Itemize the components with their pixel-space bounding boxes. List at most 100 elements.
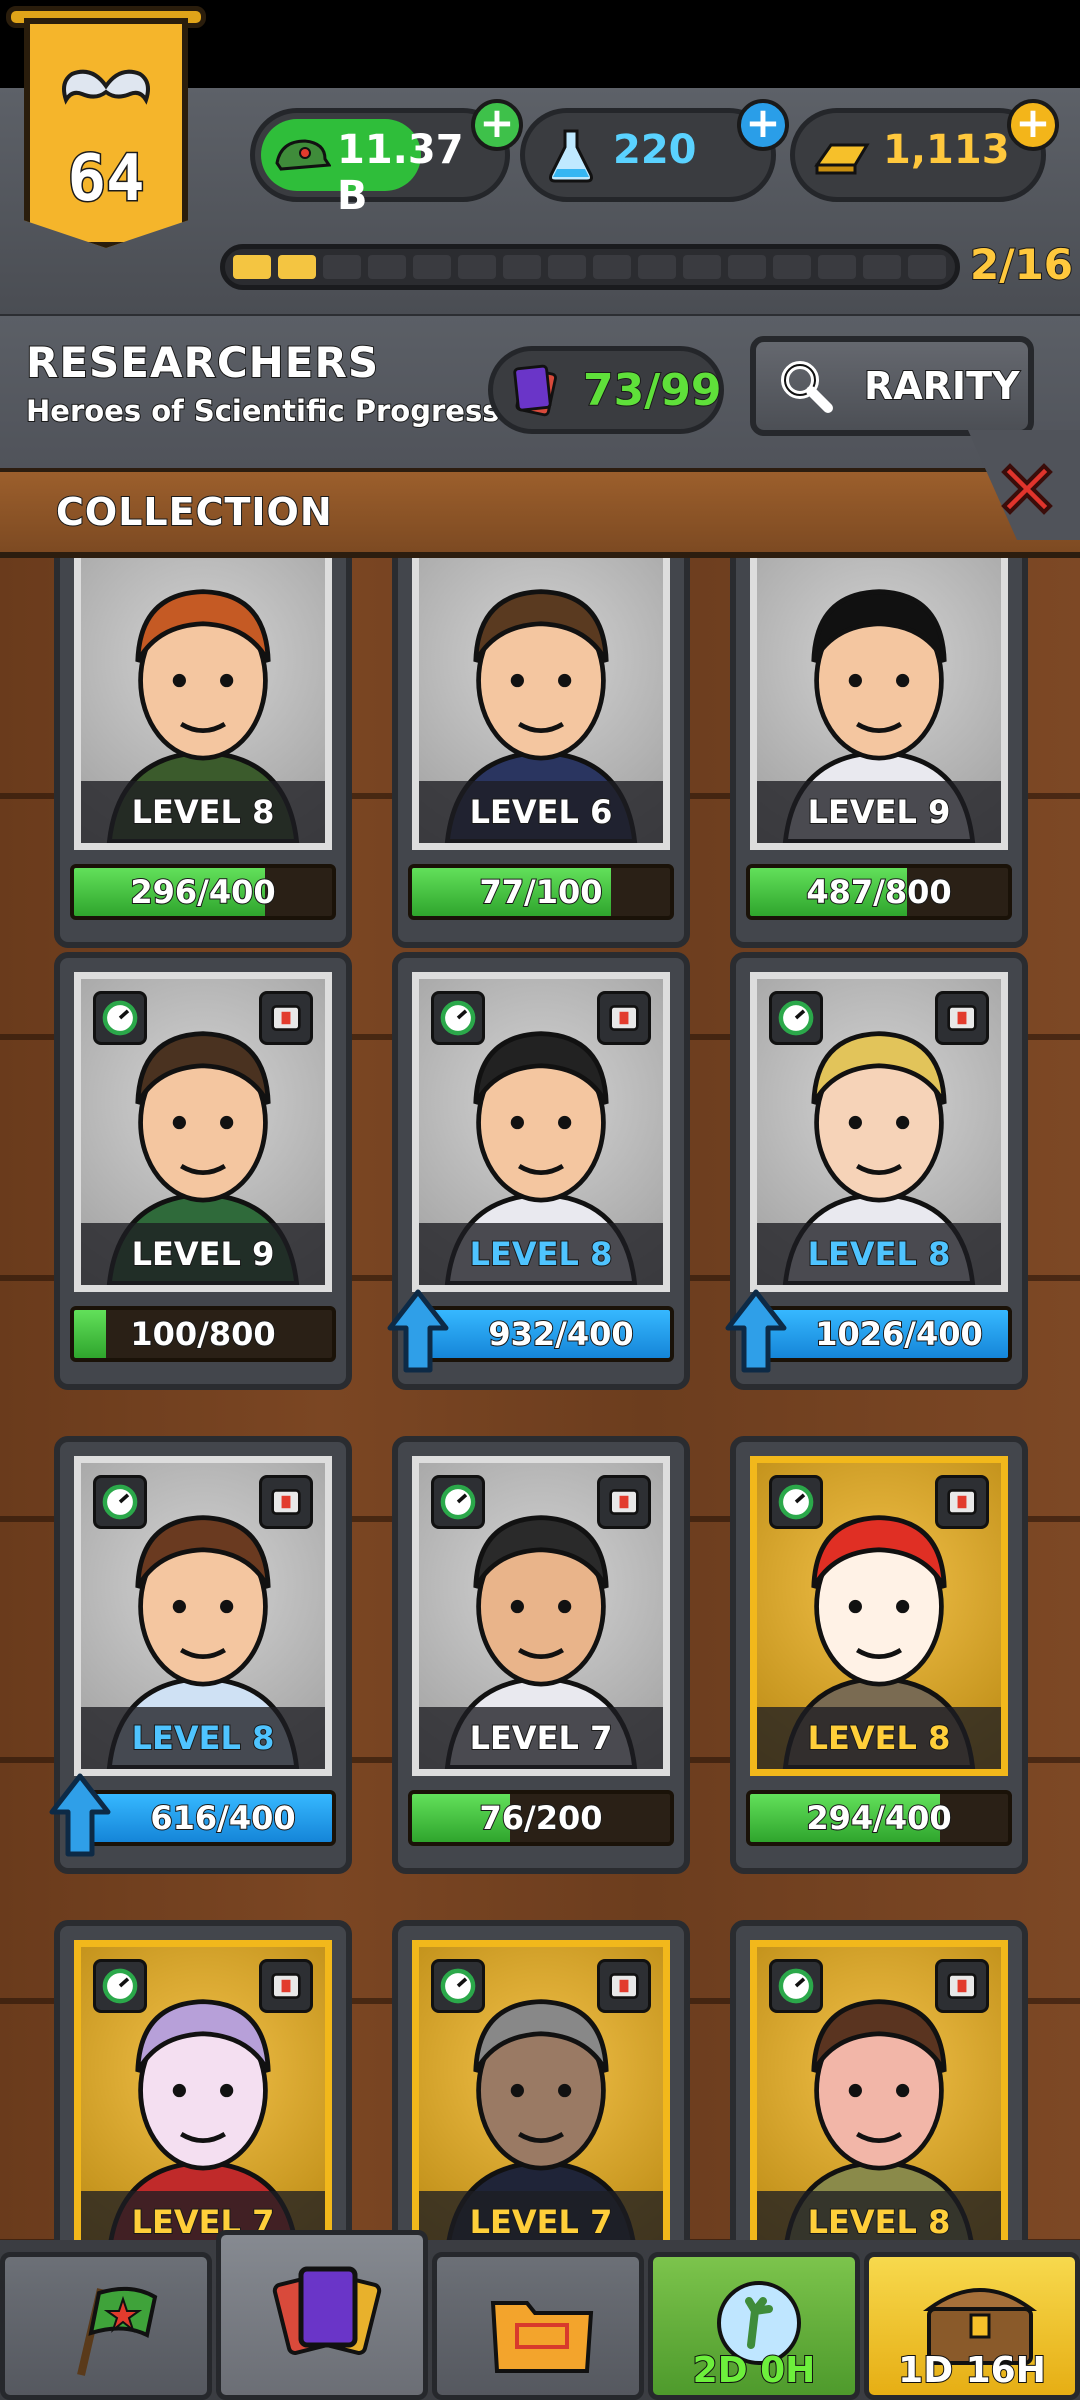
researcher-card[interactable]: LEVEL 7 bbox=[54, 1920, 352, 2240]
speed-gauge-icon bbox=[431, 1475, 485, 1529]
xp-segment bbox=[818, 255, 856, 279]
card-level: LEVEL 8 bbox=[757, 1707, 1001, 1769]
xp-segment bbox=[773, 255, 811, 279]
card-progress-text: 100/800 bbox=[129, 1314, 276, 1354]
add-cash-button[interactable]: + bbox=[471, 99, 523, 151]
rarity-sort-button[interactable]: RARITY bbox=[750, 336, 1034, 436]
card-progress-text: 294/400 bbox=[805, 1798, 952, 1838]
add-research-button[interactable]: + bbox=[737, 99, 789, 151]
close-icon[interactable] bbox=[992, 454, 1062, 524]
card-portrait: LEVEL 6 bbox=[412, 558, 670, 850]
card-level: LEVEL 8 bbox=[757, 2191, 1001, 2240]
speed-gauge-icon bbox=[769, 991, 823, 1045]
xp-progress-bar bbox=[220, 244, 960, 290]
card-level: LEVEL 7 bbox=[419, 2191, 663, 2240]
card-level: LEVEL 8 bbox=[81, 781, 325, 843]
researcher-card[interactable]: LEVEL 8 296/400 bbox=[54, 558, 352, 948]
xp-segment bbox=[548, 255, 586, 279]
xp-segment bbox=[368, 255, 406, 279]
upgrade-arrow-icon[interactable] bbox=[724, 1288, 788, 1374]
event-timer: 2D 0H bbox=[692, 2349, 817, 2392]
card-progress-text: 487/800 bbox=[805, 872, 952, 912]
trait-icon bbox=[259, 1959, 313, 2013]
card-level: LEVEL 8 bbox=[757, 1223, 1001, 1285]
researcher-card[interactable]: LEVEL 8 932/400 bbox=[387, 952, 690, 1390]
collection-name: RESEARCHERS bbox=[25, 337, 380, 388]
tab-event-zombie[interactable]: 2D 0H bbox=[648, 2252, 860, 2400]
card-portrait: LEVEL 9 bbox=[74, 972, 332, 1292]
search-icon bbox=[781, 361, 833, 413]
xp-segment bbox=[413, 255, 451, 279]
researcher-card[interactable]: LEVEL 7 bbox=[392, 1920, 690, 2240]
tab-chest[interactable]: 1D 16H bbox=[864, 2252, 1080, 2400]
card-progress-text: 932/400 bbox=[487, 1314, 634, 1354]
speed-gauge-icon bbox=[93, 1959, 147, 2013]
card-portrait: LEVEL 7 bbox=[412, 1456, 670, 1776]
research-counter[interactable]: 220 + bbox=[520, 99, 789, 202]
researcher-card[interactable]: LEVEL 7 76/200 bbox=[392, 1436, 690, 1874]
speed-gauge-icon bbox=[93, 991, 147, 1045]
card-level: LEVEL 6 bbox=[419, 781, 663, 843]
tab-cards[interactable] bbox=[216, 2230, 428, 2400]
card-progress-text: 296/400 bbox=[129, 872, 276, 912]
cash-counter[interactable]: 11.37 B + bbox=[250, 99, 523, 219]
speed-gauge-icon bbox=[769, 1475, 823, 1529]
researcher-card[interactable]: LEVEL 6 77/100 bbox=[392, 558, 690, 948]
cards-icon bbox=[513, 364, 557, 417]
xp-segment bbox=[233, 255, 271, 279]
xp-segment bbox=[593, 255, 631, 279]
researcher-card[interactable]: LEVEL 8 294/400 bbox=[730, 1436, 1028, 1874]
trait-icon bbox=[259, 991, 313, 1045]
cards-icon bbox=[272, 2266, 382, 2355]
xp-segment bbox=[278, 255, 316, 279]
card-progress-bar: 296/400 bbox=[70, 864, 336, 920]
xp-segment bbox=[683, 255, 721, 279]
xp-segment bbox=[908, 255, 946, 279]
card-grid: LEVEL 8 296/400 LEVEL 6 77/100 LEVEL 9 487/80… bbox=[0, 558, 1080, 2240]
chest-timer: 1D 16H bbox=[897, 2349, 1047, 2392]
trait-icon bbox=[597, 1959, 651, 2013]
card-progress-text: 77/100 bbox=[478, 872, 603, 912]
card-level: LEVEL 8 bbox=[81, 1707, 325, 1769]
card-level: LEVEL 7 bbox=[419, 1707, 663, 1769]
player-level-banner[interactable]: 64 bbox=[6, 6, 206, 256]
card-level: LEVEL 9 bbox=[81, 1223, 325, 1285]
trait-icon bbox=[597, 991, 651, 1045]
card-level: LEVEL 9 bbox=[757, 781, 1001, 843]
tab-files[interactable] bbox=[432, 2252, 644, 2400]
xp-segment bbox=[863, 255, 901, 279]
collection-section-bar: COLLECTION bbox=[0, 468, 1080, 558]
card-portrait: LEVEL 8 bbox=[412, 972, 670, 1292]
card-portrait: LEVEL 7 bbox=[74, 1940, 332, 2240]
upgrade-arrow-icon[interactable] bbox=[386, 1288, 450, 1374]
army-cap-icon bbox=[275, 139, 331, 171]
xp-segment bbox=[503, 255, 541, 279]
collection-title-panel: RESEARCHERS Heroes of Scientific Progres… bbox=[0, 316, 1080, 468]
trait-icon bbox=[935, 991, 989, 1045]
researcher-card[interactable]: LEVEL 9 487/800 bbox=[730, 558, 1028, 948]
bottom-nav: 2D 0H 1D 16H bbox=[0, 2230, 1080, 2400]
tab-missions[interactable] bbox=[0, 2252, 212, 2400]
card-portrait: LEVEL 9 bbox=[750, 558, 1008, 850]
upgrade-arrow-icon[interactable] bbox=[48, 1772, 112, 1858]
xp-segment bbox=[458, 255, 496, 279]
card-count-value: 73/99 bbox=[582, 364, 723, 417]
xp-segment bbox=[638, 255, 676, 279]
trait-icon bbox=[259, 1475, 313, 1529]
gold-counter[interactable]: 1,113 + bbox=[790, 99, 1059, 202]
card-level: LEVEL 8 bbox=[419, 1223, 663, 1285]
card-portrait: LEVEL 8 bbox=[74, 558, 332, 850]
rarity-label: RARITY bbox=[863, 363, 1021, 409]
add-gold-button[interactable]: + bbox=[1007, 99, 1059, 151]
researcher-card[interactable]: LEVEL 8 bbox=[730, 1920, 1028, 2240]
card-progress-bar: 76/200 bbox=[408, 1790, 674, 1846]
researcher-card[interactable]: LEVEL 8 1026/400 bbox=[725, 952, 1028, 1390]
flag-icon bbox=[77, 2286, 158, 2376]
researcher-card[interactable]: LEVEL 9 100/800 bbox=[54, 952, 352, 1390]
card-portrait: LEVEL 8 bbox=[74, 1456, 332, 1776]
card-portrait: LEVEL 8 bbox=[750, 1456, 1008, 1776]
xp-segment bbox=[728, 255, 766, 279]
card-progress-text: 616/400 bbox=[149, 1798, 296, 1838]
researcher-card[interactable]: LEVEL 8 616/400 bbox=[49, 1436, 352, 1874]
collection-subtitle: Heroes of Scientific Progress bbox=[25, 393, 500, 429]
